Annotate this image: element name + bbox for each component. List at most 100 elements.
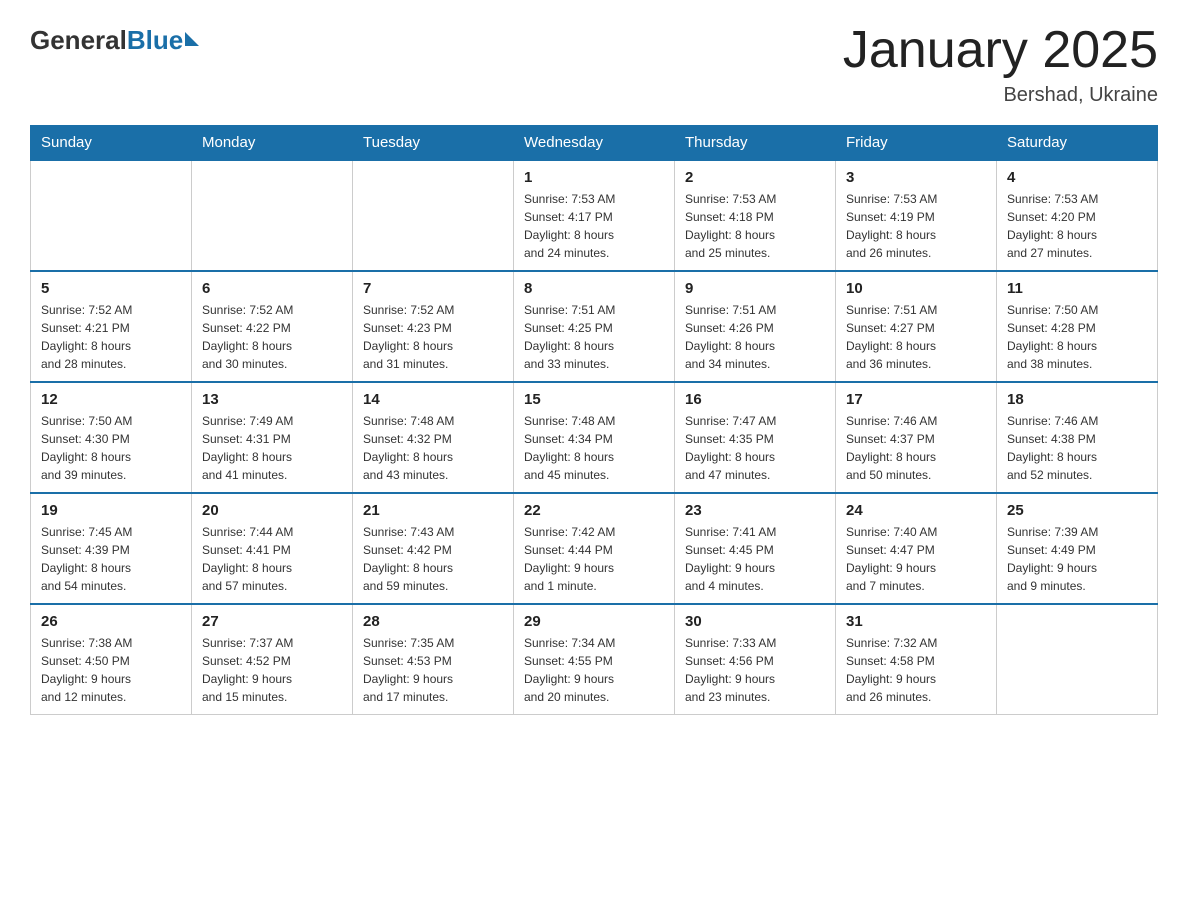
day-number: 9 — [685, 280, 825, 297]
day-number: 21 — [363, 502, 503, 519]
day-number: 13 — [202, 391, 342, 408]
day-cell: 11 Sunrise: 7:50 AM Sunset: 4:28 PM Dayli… — [997, 271, 1158, 382]
day-info: Sunrise: 7:50 AM Sunset: 4:28 PM Dayligh… — [1007, 301, 1147, 373]
day-info: Sunrise: 7:33 AM Sunset: 4:56 PM Dayligh… — [685, 634, 825, 706]
day-cell — [997, 604, 1158, 715]
logo-triangle-icon — [185, 32, 199, 46]
day-cell: 16 Sunrise: 7:47 AM Sunset: 4:35 PM Dayli… — [675, 382, 836, 493]
day-cell: 27 Sunrise: 7:37 AM Sunset: 4:52 PM Dayli… — [192, 604, 353, 715]
calendar-table: SundayMondayTuesdayWednesdayThursdayFrid… — [30, 125, 1158, 715]
logo-blue-text: Blue — [127, 25, 183, 56]
week-row-1: 1 Sunrise: 7:53 AM Sunset: 4:17 PM Daylig… — [31, 160, 1158, 271]
day-cell: 18 Sunrise: 7:46 AM Sunset: 4:38 PM Dayli… — [997, 382, 1158, 493]
day-number: 12 — [41, 391, 181, 408]
day-info: Sunrise: 7:45 AM Sunset: 4:39 PM Dayligh… — [41, 523, 181, 595]
day-cell: 2 Sunrise: 7:53 AM Sunset: 4:18 PM Daylig… — [675, 160, 836, 271]
day-number: 26 — [41, 613, 181, 630]
calendar-header: SundayMondayTuesdayWednesdayThursdayFrid… — [31, 126, 1158, 161]
day-info: Sunrise: 7:40 AM Sunset: 4:47 PM Dayligh… — [846, 523, 986, 595]
day-cell: 28Sunrise: 7:35 AM Sunset: 4:53 PM Dayli… — [353, 604, 514, 715]
day-number: 4 — [1007, 169, 1147, 186]
day-number: 14 — [363, 391, 503, 408]
day-number: 29 — [524, 613, 664, 630]
day-info: Sunrise: 7:32 AM Sunset: 4:58 PM Dayligh… — [846, 634, 986, 706]
day-number: 10 — [846, 280, 986, 297]
day-cell: 19 Sunrise: 7:45 AM Sunset: 4:39 PM Dayli… — [31, 493, 192, 604]
day-number: 18 — [1007, 391, 1147, 408]
day-number: 8 — [524, 280, 664, 297]
week-row-2: 5 Sunrise: 7:52 AM Sunset: 4:21 PM Daylig… — [31, 271, 1158, 382]
day-cell: 9 Sunrise: 7:51 AM Sunset: 4:26 PM Daylig… — [675, 271, 836, 382]
header-cell-sunday: Sunday — [31, 126, 192, 161]
day-number: 5 — [41, 280, 181, 297]
day-number: 1 — [524, 169, 664, 186]
header-cell-thursday: Thursday — [675, 126, 836, 161]
day-cell: 31Sunrise: 7:32 AM Sunset: 4:58 PM Dayli… — [836, 604, 997, 715]
day-info: Sunrise: 7:46 AM Sunset: 4:38 PM Dayligh… — [1007, 412, 1147, 484]
day-info: Sunrise: 7:52 AM Sunset: 4:21 PM Dayligh… — [41, 301, 181, 373]
day-info: Sunrise: 7:53 AM Sunset: 4:20 PM Dayligh… — [1007, 190, 1147, 262]
day-cell: 17Sunrise: 7:46 AM Sunset: 4:37 PM Dayli… — [836, 382, 997, 493]
day-cell: 15 Sunrise: 7:48 AM Sunset: 4:34 PM Dayli… — [514, 382, 675, 493]
day-info: Sunrise: 7:52 AM Sunset: 4:23 PM Dayligh… — [363, 301, 503, 373]
day-info: Sunrise: 7:51 AM Sunset: 4:26 PM Dayligh… — [685, 301, 825, 373]
header-cell-monday: Monday — [192, 126, 353, 161]
day-cell — [192, 160, 353, 271]
day-cell: 4 Sunrise: 7:53 AM Sunset: 4:20 PM Daylig… — [997, 160, 1158, 271]
day-info: Sunrise: 7:39 AM Sunset: 4:49 PM Dayligh… — [1007, 523, 1147, 595]
day-info: Sunrise: 7:47 AM Sunset: 4:35 PM Dayligh… — [685, 412, 825, 484]
calendar-body: 1 Sunrise: 7:53 AM Sunset: 4:17 PM Daylig… — [31, 160, 1158, 715]
day-number: 2 — [685, 169, 825, 186]
day-cell: 20Sunrise: 7:44 AM Sunset: 4:41 PM Dayli… — [192, 493, 353, 604]
day-cell: 13 Sunrise: 7:49 AM Sunset: 4:31 PM Dayli… — [192, 382, 353, 493]
day-cell: 5 Sunrise: 7:52 AM Sunset: 4:21 PM Daylig… — [31, 271, 192, 382]
day-cell: 6 Sunrise: 7:52 AM Sunset: 4:22 PM Daylig… — [192, 271, 353, 382]
day-number: 3 — [846, 169, 986, 186]
day-info: Sunrise: 7:49 AM Sunset: 4:31 PM Dayligh… — [202, 412, 342, 484]
page-header: General Blue January 2025 Bershad, Ukrai… — [30, 20, 1158, 107]
day-info: Sunrise: 7:41 AM Sunset: 4:45 PM Dayligh… — [685, 523, 825, 595]
day-number: 22 — [524, 502, 664, 519]
day-cell: 14 Sunrise: 7:48 AM Sunset: 4:32 PM Dayli… — [353, 382, 514, 493]
day-info: Sunrise: 7:38 AM Sunset: 4:50 PM Dayligh… — [41, 634, 181, 706]
day-cell: 23 Sunrise: 7:41 AM Sunset: 4:45 PM Dayli… — [675, 493, 836, 604]
day-cell: 25Sunrise: 7:39 AM Sunset: 4:49 PM Dayli… — [997, 493, 1158, 604]
day-number: 16 — [685, 391, 825, 408]
title-section: January 2025 Bershad, Ukraine — [843, 20, 1158, 107]
header-cell-tuesday: Tuesday — [353, 126, 514, 161]
day-number: 6 — [202, 280, 342, 297]
day-info: Sunrise: 7:50 AM Sunset: 4:30 PM Dayligh… — [41, 412, 181, 484]
day-info: Sunrise: 7:35 AM Sunset: 4:53 PM Dayligh… — [363, 634, 503, 706]
day-info: Sunrise: 7:48 AM Sunset: 4:34 PM Dayligh… — [524, 412, 664, 484]
day-info: Sunrise: 7:37 AM Sunset: 4:52 PM Dayligh… — [202, 634, 342, 706]
week-row-3: 12 Sunrise: 7:50 AM Sunset: 4:30 PM Dayli… — [31, 382, 1158, 493]
logo-general-text: General — [30, 25, 127, 56]
day-info: Sunrise: 7:48 AM Sunset: 4:32 PM Dayligh… — [363, 412, 503, 484]
day-info: Sunrise: 7:53 AM Sunset: 4:18 PM Dayligh… — [685, 190, 825, 262]
day-number: 7 — [363, 280, 503, 297]
week-row-5: 26 Sunrise: 7:38 AM Sunset: 4:50 PM Dayli… — [31, 604, 1158, 715]
day-info: Sunrise: 7:52 AM Sunset: 4:22 PM Dayligh… — [202, 301, 342, 373]
header-cell-friday: Friday — [836, 126, 997, 161]
day-number: 23 — [685, 502, 825, 519]
day-info: Sunrise: 7:43 AM Sunset: 4:42 PM Dayligh… — [363, 523, 503, 595]
day-cell: 10 Sunrise: 7:51 AM Sunset: 4:27 PM Dayli… — [836, 271, 997, 382]
logo: General Blue — [30, 20, 199, 56]
day-number: 11 — [1007, 280, 1147, 297]
calendar-title: January 2025 — [843, 20, 1158, 80]
day-info: Sunrise: 7:53 AM Sunset: 4:17 PM Dayligh… — [524, 190, 664, 262]
day-number: 27 — [202, 613, 342, 630]
day-info: Sunrise: 7:51 AM Sunset: 4:27 PM Dayligh… — [846, 301, 986, 373]
day-number: 15 — [524, 391, 664, 408]
day-cell: 29 Sunrise: 7:34 AM Sunset: 4:55 PM Dayli… — [514, 604, 675, 715]
day-cell: 21 Sunrise: 7:43 AM Sunset: 4:42 PM Dayli… — [353, 493, 514, 604]
day-number: 24 — [846, 502, 986, 519]
day-number: 20 — [202, 502, 342, 519]
day-number: 19 — [41, 502, 181, 519]
calendar-subtitle: Bershad, Ukraine — [843, 84, 1158, 107]
day-cell: 1 Sunrise: 7:53 AM Sunset: 4:17 PM Daylig… — [514, 160, 675, 271]
day-info: Sunrise: 7:34 AM Sunset: 4:55 PM Dayligh… — [524, 634, 664, 706]
day-cell — [353, 160, 514, 271]
header-cell-wednesday: Wednesday — [514, 126, 675, 161]
day-cell: 3Sunrise: 7:53 AM Sunset: 4:19 PM Daylig… — [836, 160, 997, 271]
